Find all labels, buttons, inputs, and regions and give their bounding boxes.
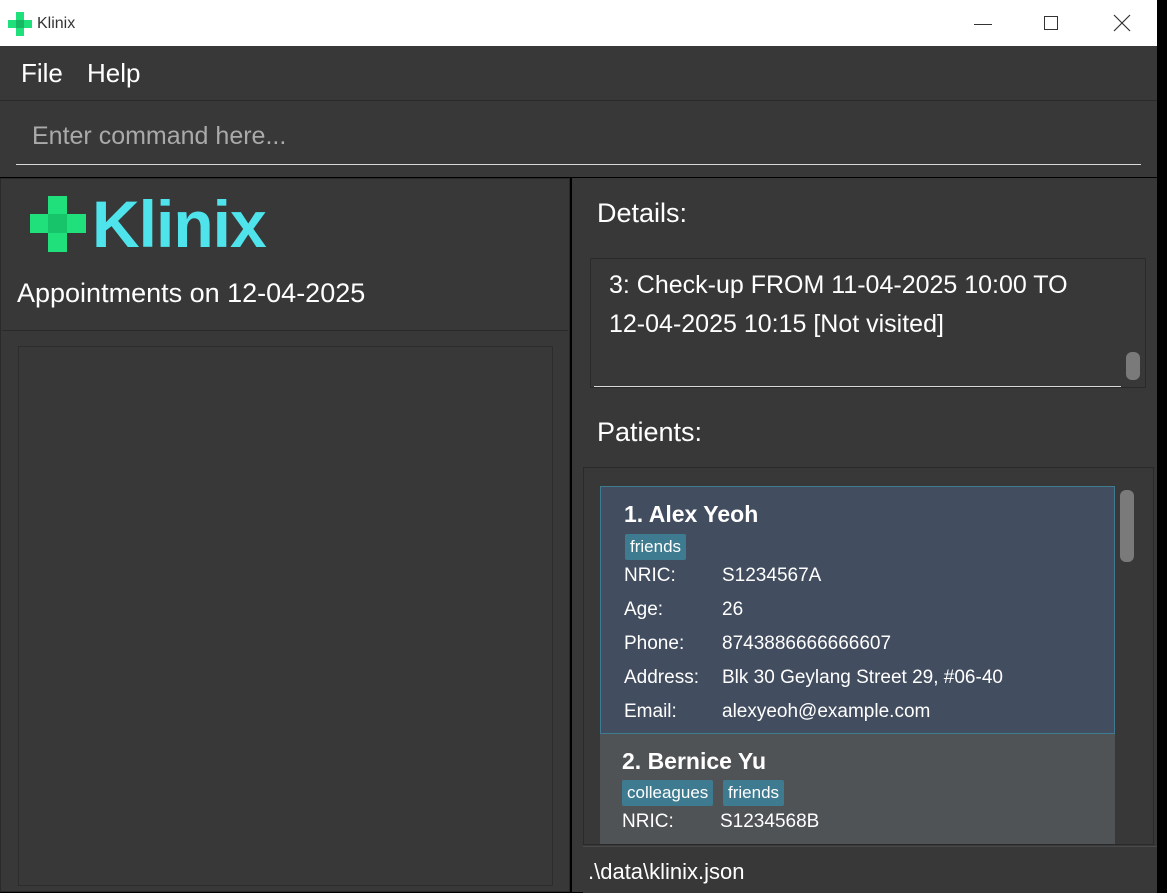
nric-label: NRIC: [624,565,676,586]
patient-tag: friends [723,780,785,806]
patients-scrollbar[interactable] [1120,490,1134,562]
phone-value: 8743886666666607 [722,633,892,654]
patient-card[interactable]: 2. Bernice Yu colleagues friends NRIC: S… [600,734,1115,844]
appointments-title: Appointments on 12-04-2025 [17,278,366,308]
close-icon [1113,14,1131,32]
address-label: Address: [624,667,699,688]
menu-help[interactable]: Help [87,58,140,89]
patient-card[interactable]: 1. Alex Yeoh friends NRIC: S1234567A Age… [600,486,1115,734]
window-title: Klinix [37,15,76,32]
nric-label: NRIC: [622,811,674,832]
minimize-button[interactable] [956,0,1002,46]
command-input[interactable] [16,109,1141,165]
medical-cross-icon [30,196,86,252]
menu-file[interactable]: File [21,58,63,89]
command-area [0,101,1157,177]
nric-value: S1234568B [720,811,820,832]
details-label: Details: [597,198,688,228]
background-window-edge [1157,0,1167,892]
menu-bar: File Help [0,46,1157,101]
app-logo-text: Klinix [92,187,267,261]
age-label: Age: [624,599,664,620]
close-button[interactable] [1099,0,1145,46]
phone-label: Phone: [624,633,685,654]
details-underline [594,386,1121,387]
details-text: 3: Check-up FROM 11-04-2025 10:00 TO 12-… [609,271,1068,338]
app-logo-icon [8,12,32,36]
email-label: Email: [624,701,677,722]
patients-list[interactable]: 1. Alex Yeoh friends NRIC: S1234567A Age… [583,467,1154,845]
maximize-icon [1044,16,1058,30]
patient-tag: colleagues [622,780,714,806]
email-value: alexyeoh@example.com [722,701,931,722]
data-file-path: .\data\klinix.json [588,859,745,884]
patients-label: Patients: [597,417,703,447]
details-scrollbar[interactable] [1126,352,1140,380]
status-bar: .\data\klinix.json [583,846,1157,893]
address-value: Blk 30 Geylang Street 29, #06-40 [722,667,1003,688]
minimize-icon [974,24,992,25]
patient-name: 2. Bernice Yu [622,748,767,774]
patient-name: 1. Alex Yeoh [624,501,759,527]
title-bar: Klinix [0,0,1157,46]
nric-value: S1234567A [722,565,822,586]
appointments-list[interactable] [18,346,553,886]
patient-tag: friends [625,534,687,560]
age-value: 26 [722,599,744,620]
